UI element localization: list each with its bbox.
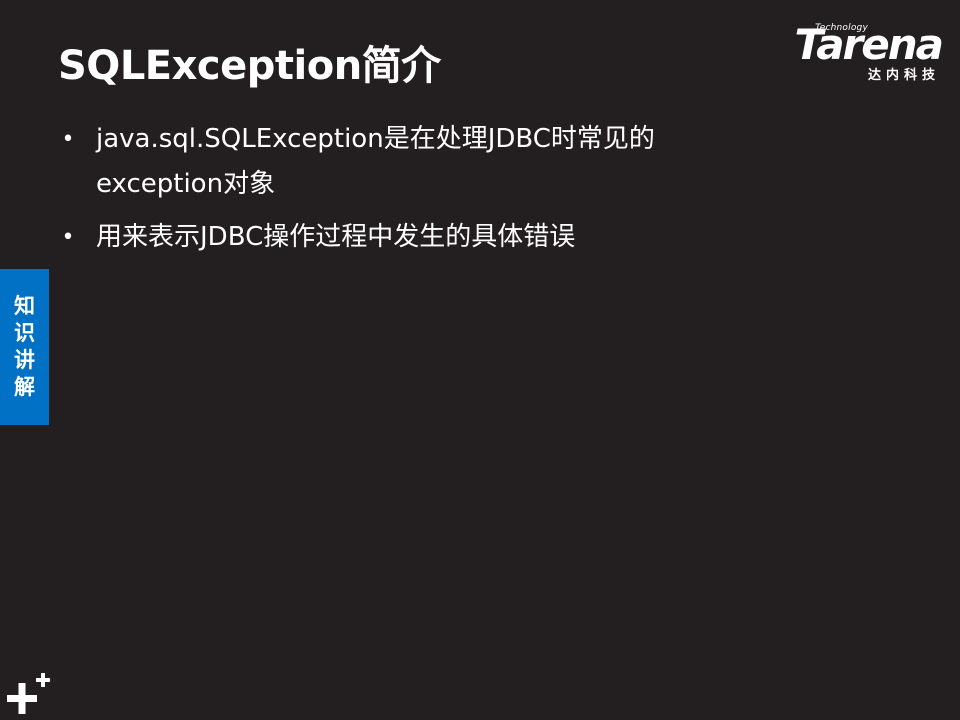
bullet-marker: • [61,127,75,152]
bullet-text: 用来表示JDBC操作过程中发生的具体错误 [96,222,576,252]
section-tab-char: 解 [14,375,35,399]
section-tab: 知 识 讲 解 [0,269,49,425]
bullet-item: • java.sql.SQLException是在处理JDBC时常见的excep… [58,117,778,207]
plus-icon [7,673,50,714]
bullet-text: java.sql.SQLException是在处理JDBC时常见的excepti… [96,124,655,199]
section-tab-char: 讲 [14,348,35,372]
slide-title: SQLException简介 [58,43,441,89]
bullet-item: • 用来表示JDBC操作过程中发生的具体错误 [58,215,778,260]
section-tab-label: 知 识 讲 解 [14,293,35,401]
logo-chinese-name: 达内科技 [867,68,940,83]
section-tab-char: 知 [14,294,35,318]
bullet-list: • java.sql.SQLException是在处理JDBC时常见的excep… [58,117,778,268]
logo-wordmark: Tarena [794,20,944,69]
bullet-marker: • [61,225,75,250]
section-tab-char: 识 [14,321,35,345]
tarena-logo: Technology Tarena 达内科技 [776,20,944,84]
